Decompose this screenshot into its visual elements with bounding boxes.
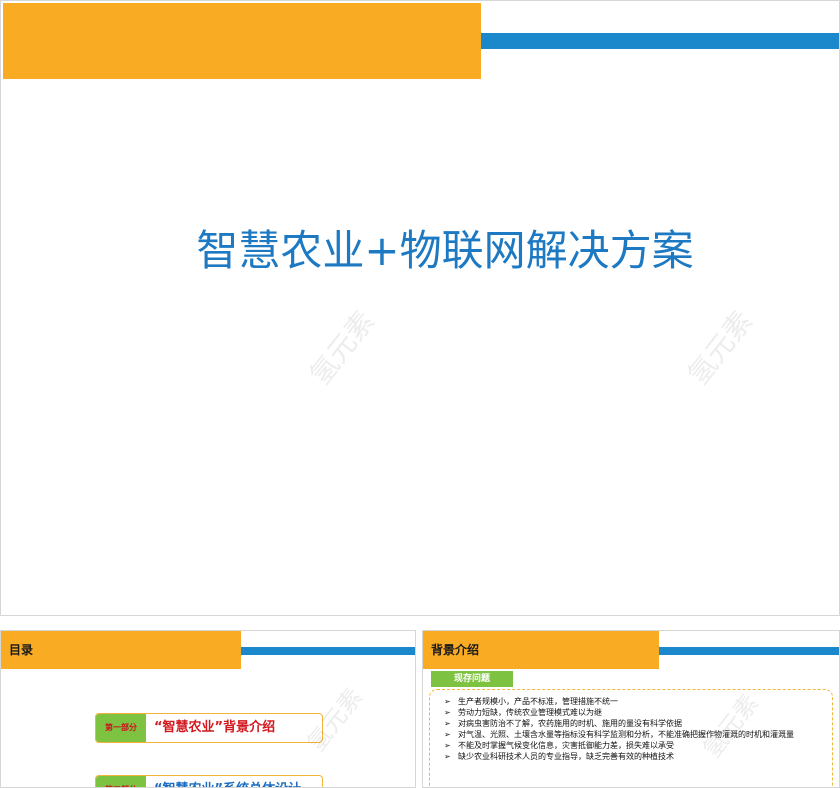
- slide-heading: 目录: [9, 643, 34, 657]
- watermark: 氢元素: [303, 304, 382, 392]
- agenda-text: “智慧农业”系统总体设计: [154, 776, 318, 787]
- agenda-slide-thumbnail[interactable]: 目录 第一部分 “智慧农业”背景介绍 第二部分 “智慧农业”系统总体设计 氢元素: [0, 630, 416, 788]
- issue-item: 对病虫害防治不了解，农药施用的时机、施用的量没有科学依据: [444, 718, 824, 729]
- agenda-tag: 第一部分: [96, 714, 146, 742]
- agenda-item: 第二部分 “智慧农业”系统总体设计: [95, 775, 323, 787]
- background-slide-thumbnail[interactable]: 背景介绍 现存问题 生产者规模小，产品不标准，管理措施不统一 劳动力短缺，传统农…: [422, 630, 840, 788]
- header-orange-bar: [1, 631, 241, 669]
- agenda-item: 第一部分 “智慧农业”背景介绍: [95, 713, 323, 743]
- issue-item: 生产者规模小，产品不标准，管理措施不统一: [444, 696, 824, 707]
- issue-item: 缺少农业科研技术人员的专业指导，缺乏完善有效的种植技术: [444, 751, 824, 762]
- section-label: 现存问题: [431, 671, 513, 687]
- slide-heading: 背景介绍: [431, 643, 480, 657]
- header-blue-bar: [241, 647, 415, 655]
- header-blue-bar: [481, 33, 839, 49]
- issue-list: 生产者规模小，产品不标准，管理措施不统一 劳动力短缺，传统农业管理模式难以为继 …: [444, 696, 824, 762]
- agenda-tag: 第二部分: [96, 776, 146, 787]
- issue-item: 对气温、光照、土壤含水量等指标没有科学监测和分析，不能准确把握作物灌溉的时机和灌…: [444, 729, 824, 740]
- watermark: 氢元素: [681, 304, 760, 392]
- issue-box: 生产者规模小，产品不标准，管理措施不统一 劳动力短缺，传统农业管理模式难以为继 …: [429, 689, 833, 787]
- main-slide[interactable]: 智慧农业+物联网解决方案 氢元素 氢元素: [0, 0, 840, 616]
- issue-item: 劳动力短缺，传统农业管理模式难以为继: [444, 707, 824, 718]
- agenda-text: “智慧农业”背景介绍: [154, 720, 276, 735]
- header-blue-bar: [659, 647, 839, 655]
- issue-item: 不能及时掌握气候变化信息，灾害抵御能力差，损失难以承受: [444, 740, 824, 751]
- header-orange-bar: [3, 3, 481, 79]
- slide-title: 智慧农业+物联网解决方案: [196, 226, 694, 275]
